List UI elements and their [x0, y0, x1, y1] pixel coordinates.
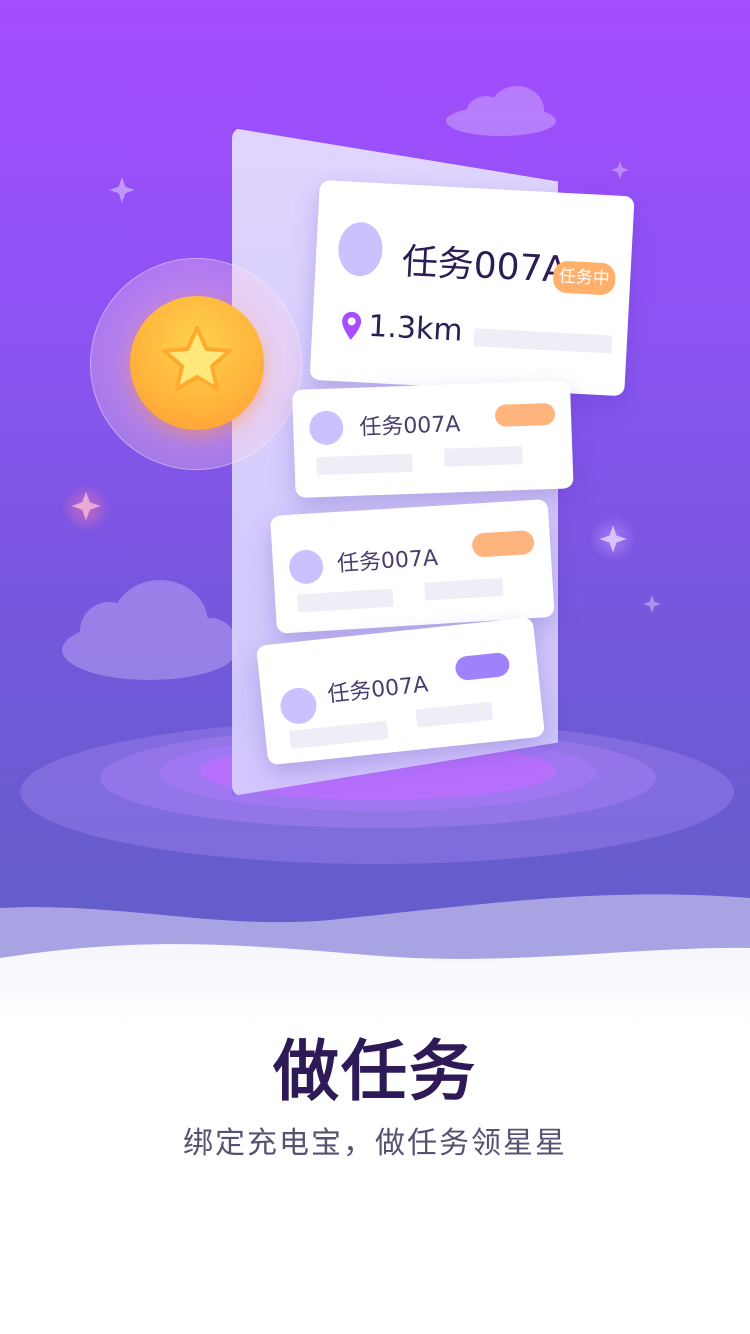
task-card: 任务007A — [292, 380, 574, 498]
status-pill — [454, 651, 511, 682]
cloud-decoration — [62, 580, 237, 680]
task-title: 任务007A — [400, 241, 569, 292]
placeholder-bar — [289, 720, 389, 749]
distance-text: 1.3km — [367, 308, 464, 349]
avatar — [308, 410, 344, 446]
task-title: 任务007A — [358, 412, 461, 441]
placeholder-bar — [424, 577, 504, 601]
avatar — [288, 548, 325, 585]
avatar — [337, 221, 384, 278]
page-subtitle: 绑定充电宝，做任务领星星 — [183, 1126, 567, 1161]
placeholder-bar — [444, 446, 523, 467]
avatar — [278, 686, 319, 726]
cloud-decoration — [446, 86, 556, 136]
sparkle-star-icon — [642, 594, 662, 614]
task-title: 任务007A — [326, 672, 430, 708]
sparkle-star-icon — [610, 160, 630, 180]
star-coin — [130, 296, 264, 430]
status-pill — [471, 529, 535, 558]
task-card: 任务007A — [270, 499, 555, 634]
onboarding-screen: 任务007A 任务中 1.3km 任务007A 任务007A 任务007A 做任… — [0, 0, 750, 1334]
hero-illustration: 任务007A 任务中 1.3km 任务007A 任务007A 任务007A — [0, 0, 750, 1000]
sparkle-star-icon — [109, 177, 135, 203]
status-badge: 任务中 — [552, 260, 617, 296]
star-icon — [162, 325, 232, 391]
distance: 1.3km — [340, 307, 464, 349]
placeholder-bar — [316, 453, 413, 476]
sparkle-star-icon — [71, 491, 101, 521]
placeholder-bar — [473, 328, 613, 354]
wave-divider — [0, 894, 750, 1040]
placeholder-bar — [296, 588, 394, 613]
sparkle-star-icon — [599, 525, 627, 553]
task-card: 任务007A 任务中 1.3km — [309, 180, 635, 397]
location-pin-icon — [342, 311, 362, 340]
page-title: 做任务 — [273, 1033, 477, 1110]
status-pill — [494, 402, 556, 427]
task-title: 任务007A — [336, 545, 439, 577]
placeholder-bar — [415, 701, 493, 728]
